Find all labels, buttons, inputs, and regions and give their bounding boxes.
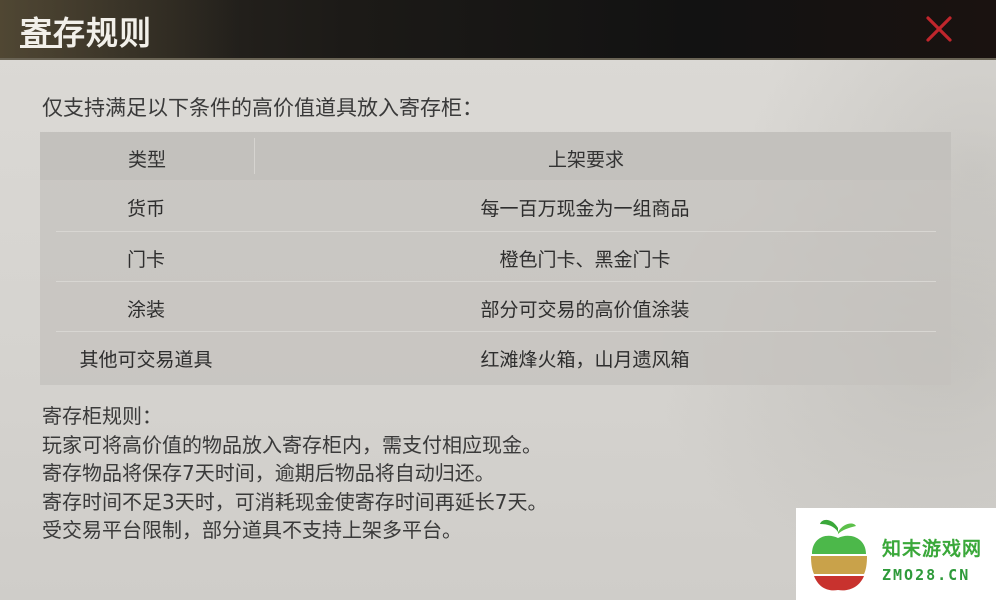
watermark-name: 知末游戏网 [882, 538, 983, 560]
dialog-header: 寄存规则 [0, 0, 996, 58]
row-requirement: 部分可交易的高价值涂装 [480, 299, 690, 321]
apple-logo-icon [811, 519, 867, 591]
row-type: 货币 [126, 198, 165, 220]
header-divider [0, 58, 996, 60]
close-button[interactable] [922, 12, 956, 46]
row-requirement: 红滩烽火箱，山月遗风箱 [480, 349, 690, 371]
row-type: 其他可交易道具 [79, 349, 213, 371]
row-type: 涂装 [126, 299, 165, 321]
table-row: 其他可交易道具 红滩烽火箱，山月遗风箱 [40, 331, 951, 381]
intro-text: 仅支持满足以下条件的高价值道具放入寄存柜： [42, 96, 483, 120]
table-row: 门卡 橙色门卡、黑金门卡 [40, 231, 951, 281]
row-requirement: 橙色门卡、黑金门卡 [499, 249, 671, 271]
table-row: 货币 每一百万现金为一组商品 [40, 180, 951, 230]
site-watermark: 知末游戏网 ZMO28.CN [796, 508, 996, 600]
rules-heading: 寄存柜规则： [42, 404, 162, 428]
table-row: 涂装 部分可交易的高价值涂装 [40, 281, 951, 331]
rules-line: 寄存时间不足3天时，可消耗现金使寄存时间再延长7天。 [42, 489, 548, 514]
row-type: 门卡 [126, 249, 165, 271]
close-x-icon [926, 16, 952, 42]
header-requirement: 上架要求 [547, 149, 624, 171]
locker-rules: 寄存柜规则： 玩家可将高价值的物品放入寄存柜内，需支付相应现金。 寄存物品将保存… [42, 402, 547, 545]
header-type: 类型 [127, 149, 166, 171]
title-underline [20, 45, 62, 48]
rules-dialog: 寄存规则 仅支持满足以下条件的高价值道具放入寄存柜： 类型 上架要求 货币 每一… [0, 0, 996, 600]
requirements-table: 类型 上架要求 货币 每一百万现金为一组商品 门卡 橙色门卡、黑金门卡 涂装 部… [40, 132, 951, 385]
rules-line: 受交易平台限制，部分道具不支持上架多平台。 [42, 518, 462, 542]
rules-line: 寄存物品将保存7天时间，逾期后物品将自动归还。 [42, 461, 495, 485]
table-header: 类型 上架要求 [40, 132, 951, 180]
header-divider-line [254, 138, 255, 174]
rules-line: 玩家可将高价值的物品放入寄存柜内，需支付相应现金。 [42, 432, 542, 457]
watermark-url: ZMO28.CN [882, 566, 971, 584]
row-requirement: 每一百万现金为一组商品 [480, 198, 690, 220]
